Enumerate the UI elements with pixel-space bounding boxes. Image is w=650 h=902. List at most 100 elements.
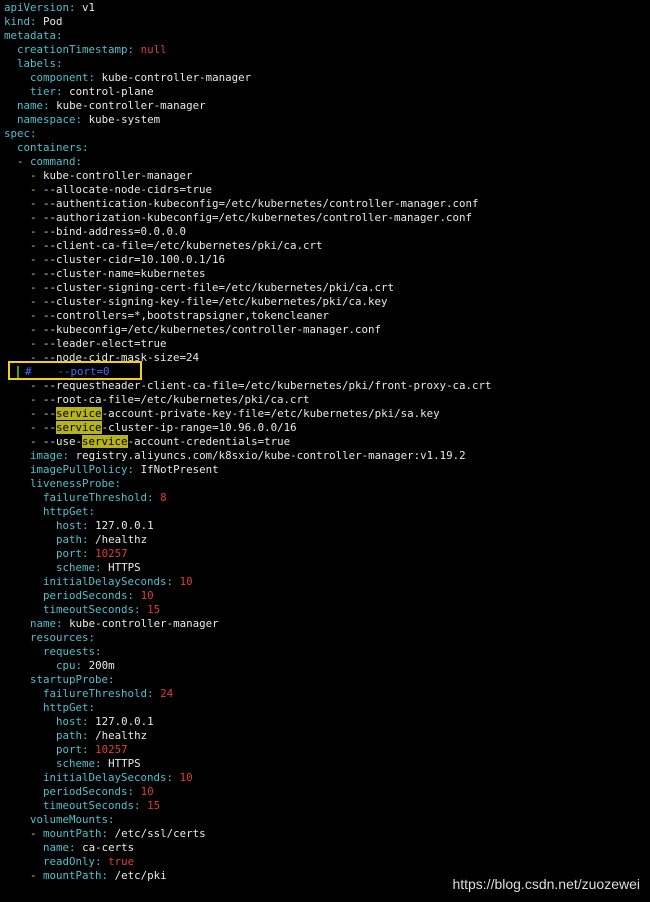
yaml-colon: : (95, 757, 102, 770)
yaml-value: 200m (88, 659, 115, 672)
yaml-value: --client-ca-file=/etc/kubernetes/pki/ca.… (43, 239, 323, 252)
yaml-value: control-plane (69, 85, 154, 98)
yaml-line: name: ca-certs (4, 841, 650, 855)
yaml-key: command (30, 155, 76, 168)
yaml-value: 127.0.0.1 (95, 519, 154, 532)
yaml-colon: : (134, 603, 141, 616)
yaml-value: --leader-elect=true (43, 337, 167, 350)
search-highlight: service (56, 421, 102, 434)
yaml-value: --authentication-kubeconfig=/etc/kuberne… (43, 197, 479, 210)
yaml-key: creationTimestamp (17, 43, 128, 56)
yaml-value: /etc/pki (114, 869, 167, 882)
yaml-line: scheme: HTTPS (4, 757, 650, 771)
yaml-line: timeoutSeconds: 15 (4, 603, 650, 617)
yaml-key: cpu (56, 659, 76, 672)
yaml-value: 24 (160, 687, 174, 700)
yaml-line: image: registry.aliyuncs.com/k8sxio/kube… (4, 449, 650, 463)
yaml-colon: : (88, 701, 96, 714)
yaml-key: path (56, 533, 83, 546)
yaml-key: timeoutSeconds (43, 799, 135, 812)
yaml-colon: : (127, 463, 135, 476)
yaml-line: - --controllers=*,bootstrapsigner,tokenc… (4, 309, 650, 323)
yaml-key: metadata (4, 29, 57, 42)
yaml-key: failureThreshold (43, 491, 148, 504)
yaml-colon: : (82, 743, 89, 756)
yaml-value: 10 (179, 771, 193, 784)
yaml-value: 15 (147, 603, 161, 616)
yaml-colon: : (127, 589, 135, 602)
yaml-value: 10 (179, 575, 193, 588)
yaml-line: name: kube-controller-manager (4, 617, 650, 631)
yaml-colon: : (127, 785, 135, 798)
yaml-colon: : (101, 827, 109, 840)
yaml-dash: - (30, 197, 44, 210)
yaml-value: 15 (147, 799, 161, 812)
yaml-value: --controllers=*,bootstrapsigner,tokencle… (43, 309, 330, 322)
yaml-value: true (108, 855, 135, 868)
yaml-colon: : (82, 141, 89, 154)
yaml-key: mountPath (43, 827, 102, 840)
yaml-line: metadata: (4, 29, 650, 43)
yaml-value: -- (43, 407, 57, 420)
yaml-line: name: kube-controller-manager (4, 99, 650, 113)
yaml-line: timeoutSeconds: 15 (4, 799, 650, 813)
yaml-value: /healthz (95, 729, 148, 742)
yaml-line: - --kubeconfig=/etc/kubernetes/controlle… (4, 323, 650, 337)
yaml-value: --use- (43, 435, 83, 448)
yaml-line: - --requestheader-client-ca-file=/etc/ku… (4, 379, 650, 393)
yaml-line: - --authentication-kubeconfig=/etc/kuber… (4, 197, 650, 211)
yaml-dash: - (30, 225, 44, 238)
yaml-line: - --cluster-cidr=10.100.0.1/16 (4, 253, 650, 267)
yaml-line: path: /healthz (4, 533, 650, 547)
yaml-key: apiVersion (4, 1, 70, 14)
yaml-value: --bind-address=0.0.0.0 (43, 225, 187, 238)
yaml-dash: - (30, 281, 44, 294)
yaml-line: port: 10257 (4, 547, 650, 561)
yaml-key: containers (17, 141, 83, 154)
yaml-colon: : (56, 617, 63, 630)
yaml-value: -- (43, 421, 57, 434)
yaml-line: - --leader-elect=true (4, 337, 650, 351)
yaml-key: timeoutSeconds (43, 603, 135, 616)
yaml-colon: : (43, 99, 50, 112)
yaml-colon: : (82, 715, 89, 728)
yaml-dash: - (17, 155, 31, 168)
yaml-colon: : (147, 491, 154, 504)
yaml-dash: - (30, 169, 44, 182)
yaml-dash: - (30, 295, 44, 308)
yaml-key: startupProbe (30, 673, 109, 686)
yaml-key: initialDelaySeconds (43, 771, 167, 784)
yaml-value: 127.0.0.1 (95, 715, 154, 728)
yaml-line: periodSeconds: 10 (4, 785, 650, 799)
yaml-line: failureThreshold: 24 (4, 687, 650, 701)
yaml-line: - --client-ca-file=/etc/kubernetes/pki/c… (4, 239, 650, 253)
yaml-line: containers: (4, 141, 650, 155)
yaml-line: host: 127.0.0.1 (4, 519, 650, 533)
yaml-key: scheme (56, 757, 96, 770)
yaml-line: periodSeconds: 10 (4, 589, 650, 603)
yaml-dash: - (30, 183, 44, 196)
yaml-value: v1 (82, 1, 96, 14)
yaml-line: - kube-controller-manager (4, 169, 650, 183)
yaml-value: --cluster-signing-cert-file=/etc/kuberne… (43, 281, 395, 294)
yaml-colon: : (88, 505, 96, 518)
yaml-line: initialDelaySeconds: 10 (4, 575, 650, 589)
yaml-line: initialDelaySeconds: 10 (4, 771, 650, 785)
yaml-colon: : (134, 799, 141, 812)
yaml-value: -cluster-ip-range=10.96.0.0/16 (101, 421, 297, 434)
yaml-line: creationTimestamp: null (4, 43, 650, 57)
search-highlight: service (82, 435, 128, 448)
yaml-colon: : (75, 155, 83, 168)
yaml-colon: : (166, 575, 174, 588)
yaml-line: httpGet: (4, 505, 650, 519)
yaml-key: tier (30, 85, 57, 98)
yaml-value: /healthz (95, 533, 148, 546)
yaml-value: kube-controller-manager (56, 99, 206, 112)
yaml-dash: - (30, 435, 44, 448)
yaml-value: 8 (160, 491, 167, 504)
yaml-line: volumeMounts: (4, 813, 650, 827)
watermark: https://blog.csdn.net/zuozewei (452, 876, 640, 892)
yaml-line: labels: (4, 57, 650, 71)
yaml-line: path: /healthz (4, 729, 650, 743)
yaml-colon: : (56, 85, 63, 98)
